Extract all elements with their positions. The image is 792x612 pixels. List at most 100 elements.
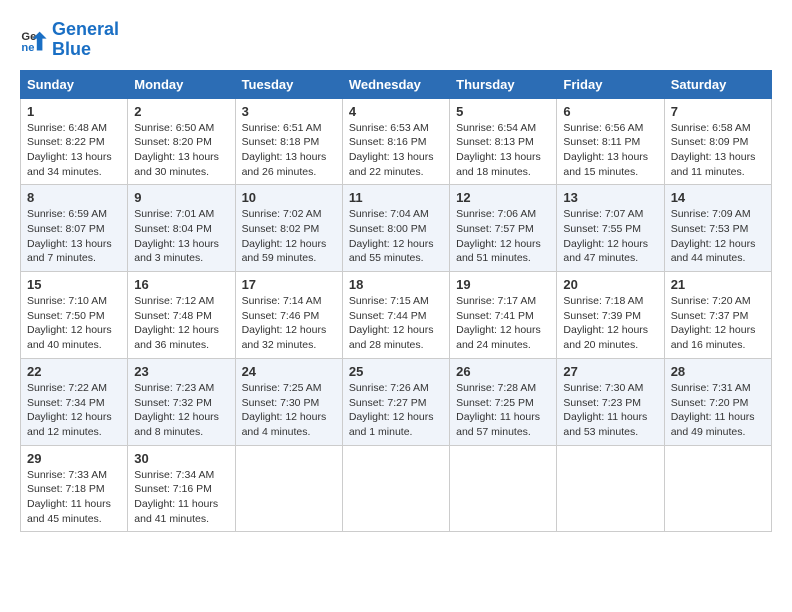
col-header-tuesday: Tuesday [235, 70, 342, 98]
day-info: Sunrise: 7:30 AMSunset: 7:23 PMDaylight:… [563, 381, 657, 440]
day-info: Sunrise: 6:48 AMSunset: 8:22 PMDaylight:… [27, 121, 121, 180]
day-info: Sunrise: 6:54 AMSunset: 8:13 PMDaylight:… [456, 121, 550, 180]
day-info: Sunrise: 6:56 AMSunset: 8:11 PMDaylight:… [563, 121, 657, 180]
day-cell-9: 9 Sunrise: 7:01 AMSunset: 8:04 PMDayligh… [128, 185, 235, 272]
day-cell-19: 19 Sunrise: 7:17 AMSunset: 7:41 PMDaylig… [450, 272, 557, 359]
day-cell-18: 18 Sunrise: 7:15 AMSunset: 7:44 PMDaylig… [342, 272, 449, 359]
day-info: Sunrise: 7:20 AMSunset: 7:37 PMDaylight:… [671, 294, 765, 353]
day-number: 11 [349, 190, 443, 205]
day-cell-13: 13 Sunrise: 7:07 AMSunset: 7:55 PMDaylig… [557, 185, 664, 272]
day-cell-21: 21 Sunrise: 7:20 AMSunset: 7:37 PMDaylig… [664, 272, 771, 359]
day-number: 12 [456, 190, 550, 205]
day-number: 10 [242, 190, 336, 205]
day-info: Sunrise: 7:06 AMSunset: 7:57 PMDaylight:… [456, 207, 550, 266]
day-cell-7: 7 Sunrise: 6:58 AMSunset: 8:09 PMDayligh… [664, 98, 771, 185]
day-number: 15 [27, 277, 121, 292]
day-info: Sunrise: 6:58 AMSunset: 8:09 PMDaylight:… [671, 121, 765, 180]
day-number: 19 [456, 277, 550, 292]
day-number: 29 [27, 451, 121, 466]
day-number: 24 [242, 364, 336, 379]
logo: Ge ne General Blue [20, 20, 119, 60]
day-info: Sunrise: 7:02 AMSunset: 8:02 PMDaylight:… [242, 207, 336, 266]
day-number: 2 [134, 104, 228, 119]
day-number: 26 [456, 364, 550, 379]
day-cell-14: 14 Sunrise: 7:09 AMSunset: 7:53 PMDaylig… [664, 185, 771, 272]
day-info: Sunrise: 7:25 AMSunset: 7:30 PMDaylight:… [242, 381, 336, 440]
day-info: Sunrise: 7:15 AMSunset: 7:44 PMDaylight:… [349, 294, 443, 353]
day-number: 9 [134, 190, 228, 205]
col-header-thursday: Thursday [450, 70, 557, 98]
col-header-sunday: Sunday [21, 70, 128, 98]
day-number: 5 [456, 104, 550, 119]
day-cell-15: 15 Sunrise: 7:10 AMSunset: 7:50 PMDaylig… [21, 272, 128, 359]
day-cell-23: 23 Sunrise: 7:23 AMSunset: 7:32 PMDaylig… [128, 358, 235, 445]
day-info: Sunrise: 7:18 AMSunset: 7:39 PMDaylight:… [563, 294, 657, 353]
day-info: Sunrise: 7:07 AMSunset: 7:55 PMDaylight:… [563, 207, 657, 266]
day-number: 30 [134, 451, 228, 466]
day-cell-2: 2 Sunrise: 6:50 AMSunset: 8:20 PMDayligh… [128, 98, 235, 185]
day-number: 17 [242, 277, 336, 292]
day-number: 20 [563, 277, 657, 292]
day-info: Sunrise: 7:33 AMSunset: 7:18 PMDaylight:… [27, 468, 121, 527]
page-header: Ge ne General Blue [20, 20, 772, 60]
empty-cell [450, 445, 557, 532]
logo-text-line2: Blue [52, 40, 119, 60]
day-info: Sunrise: 7:14 AMSunset: 7:46 PMDaylight:… [242, 294, 336, 353]
day-number: 22 [27, 364, 121, 379]
empty-cell [235, 445, 342, 532]
day-cell-28: 28 Sunrise: 7:31 AMSunset: 7:20 PMDaylig… [664, 358, 771, 445]
day-info: Sunrise: 7:23 AMSunset: 7:32 PMDaylight:… [134, 381, 228, 440]
calendar-week-1: 1 Sunrise: 6:48 AMSunset: 8:22 PMDayligh… [21, 98, 772, 185]
day-info: Sunrise: 7:31 AMSunset: 7:20 PMDaylight:… [671, 381, 765, 440]
day-info: Sunrise: 7:26 AMSunset: 7:27 PMDaylight:… [349, 381, 443, 440]
day-info: Sunrise: 7:17 AMSunset: 7:41 PMDaylight:… [456, 294, 550, 353]
day-info: Sunrise: 6:53 AMSunset: 8:16 PMDaylight:… [349, 121, 443, 180]
day-number: 7 [671, 104, 765, 119]
day-number: 18 [349, 277, 443, 292]
day-cell-11: 11 Sunrise: 7:04 AMSunset: 8:00 PMDaylig… [342, 185, 449, 272]
day-info: Sunrise: 7:09 AMSunset: 7:53 PMDaylight:… [671, 207, 765, 266]
day-cell-26: 26 Sunrise: 7:28 AMSunset: 7:25 PMDaylig… [450, 358, 557, 445]
day-info: Sunrise: 7:10 AMSunset: 7:50 PMDaylight:… [27, 294, 121, 353]
day-info: Sunrise: 7:04 AMSunset: 8:00 PMDaylight:… [349, 207, 443, 266]
day-info: Sunrise: 6:59 AMSunset: 8:07 PMDaylight:… [27, 207, 121, 266]
empty-cell [342, 445, 449, 532]
day-info: Sunrise: 7:12 AMSunset: 7:48 PMDaylight:… [134, 294, 228, 353]
day-number: 1 [27, 104, 121, 119]
calendar-table: SundayMondayTuesdayWednesdayThursdayFrid… [20, 70, 772, 533]
calendar-week-4: 22 Sunrise: 7:22 AMSunset: 7:34 PMDaylig… [21, 358, 772, 445]
calendar-week-5: 29 Sunrise: 7:33 AMSunset: 7:18 PMDaylig… [21, 445, 772, 532]
day-number: 14 [671, 190, 765, 205]
day-number: 23 [134, 364, 228, 379]
day-cell-17: 17 Sunrise: 7:14 AMSunset: 7:46 PMDaylig… [235, 272, 342, 359]
day-number: 3 [242, 104, 336, 119]
day-cell-5: 5 Sunrise: 6:54 AMSunset: 8:13 PMDayligh… [450, 98, 557, 185]
day-number: 27 [563, 364, 657, 379]
day-cell-8: 8 Sunrise: 6:59 AMSunset: 8:07 PMDayligh… [21, 185, 128, 272]
day-cell-10: 10 Sunrise: 7:02 AMSunset: 8:02 PMDaylig… [235, 185, 342, 272]
col-header-wednesday: Wednesday [342, 70, 449, 98]
day-number: 13 [563, 190, 657, 205]
col-header-friday: Friday [557, 70, 664, 98]
day-number: 16 [134, 277, 228, 292]
day-cell-30: 30 Sunrise: 7:34 AMSunset: 7:16 PMDaylig… [128, 445, 235, 532]
calendar-week-3: 15 Sunrise: 7:10 AMSunset: 7:50 PMDaylig… [21, 272, 772, 359]
logo-text-line1: General [52, 20, 119, 40]
day-cell-6: 6 Sunrise: 6:56 AMSunset: 8:11 PMDayligh… [557, 98, 664, 185]
day-info: Sunrise: 7:28 AMSunset: 7:25 PMDaylight:… [456, 381, 550, 440]
svg-text:Ge: Ge [21, 31, 36, 43]
day-cell-29: 29 Sunrise: 7:33 AMSunset: 7:18 PMDaylig… [21, 445, 128, 532]
empty-cell [557, 445, 664, 532]
calendar-week-2: 8 Sunrise: 6:59 AMSunset: 8:07 PMDayligh… [21, 185, 772, 272]
day-cell-20: 20 Sunrise: 7:18 AMSunset: 7:39 PMDaylig… [557, 272, 664, 359]
day-number: 21 [671, 277, 765, 292]
col-header-monday: Monday [128, 70, 235, 98]
day-cell-24: 24 Sunrise: 7:25 AMSunset: 7:30 PMDaylig… [235, 358, 342, 445]
day-cell-25: 25 Sunrise: 7:26 AMSunset: 7:27 PMDaylig… [342, 358, 449, 445]
day-cell-16: 16 Sunrise: 7:12 AMSunset: 7:48 PMDaylig… [128, 272, 235, 359]
day-cell-12: 12 Sunrise: 7:06 AMSunset: 7:57 PMDaylig… [450, 185, 557, 272]
empty-cell [664, 445, 771, 532]
day-info: Sunrise: 7:34 AMSunset: 7:16 PMDaylight:… [134, 468, 228, 527]
svg-text:ne: ne [21, 42, 34, 54]
day-number: 25 [349, 364, 443, 379]
